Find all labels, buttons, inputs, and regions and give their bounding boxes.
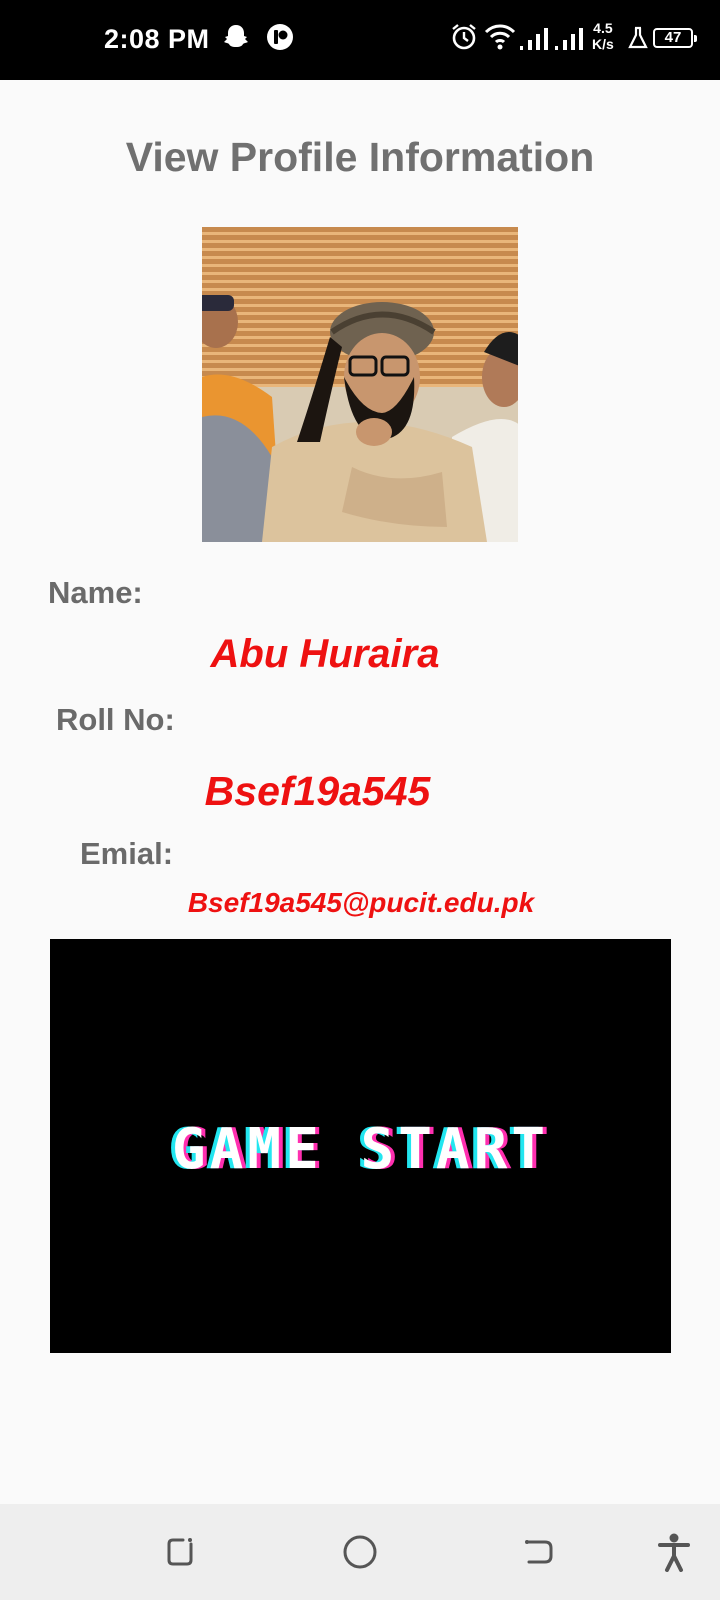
page-title: View Profile Information	[125, 134, 595, 180]
lab-icon	[627, 26, 649, 55]
network-speed: 4.5 K/s	[592, 20, 614, 52]
navigation-bar	[0, 1504, 720, 1600]
app-notification-icon	[265, 22, 295, 57]
status-time: 2:08 PM	[104, 24, 210, 54]
game-start-banner[interactable]: GAME START	[50, 939, 671, 1353]
battery-icon: 47	[653, 28, 697, 48]
back-icon[interactable]	[521, 1534, 555, 1573]
speed-unit: K/s	[592, 36, 614, 52]
speed-value: 4.5	[593, 20, 613, 36]
snapchat-icon	[221, 22, 251, 57]
name-label: Name:	[48, 575, 143, 610]
roll-no-value: Bsef19a545	[204, 768, 431, 814]
accessibility-icon[interactable]	[657, 1532, 691, 1577]
status-bar: 2:08 PM 4.5 K/s 47	[0, 0, 720, 80]
email-label: Emial:	[80, 836, 174, 871]
signal-icon	[518, 22, 552, 57]
email-value: Bsef19a545@pucit.edu.pk	[187, 887, 535, 918]
battery-level: 47	[664, 29, 682, 46]
profile-photo	[202, 227, 518, 542]
name-value: Abu Huraira	[210, 632, 440, 676]
recent-apps-icon[interactable]	[163, 1534, 197, 1573]
wifi-icon	[484, 22, 516, 57]
roll-no-label: Roll No:	[56, 702, 175, 737]
signal-icon-2	[553, 22, 587, 57]
game-start-text: GAME START	[171, 1117, 550, 1182]
alarm-icon	[449, 22, 479, 57]
home-icon[interactable]	[342, 1534, 378, 1575]
